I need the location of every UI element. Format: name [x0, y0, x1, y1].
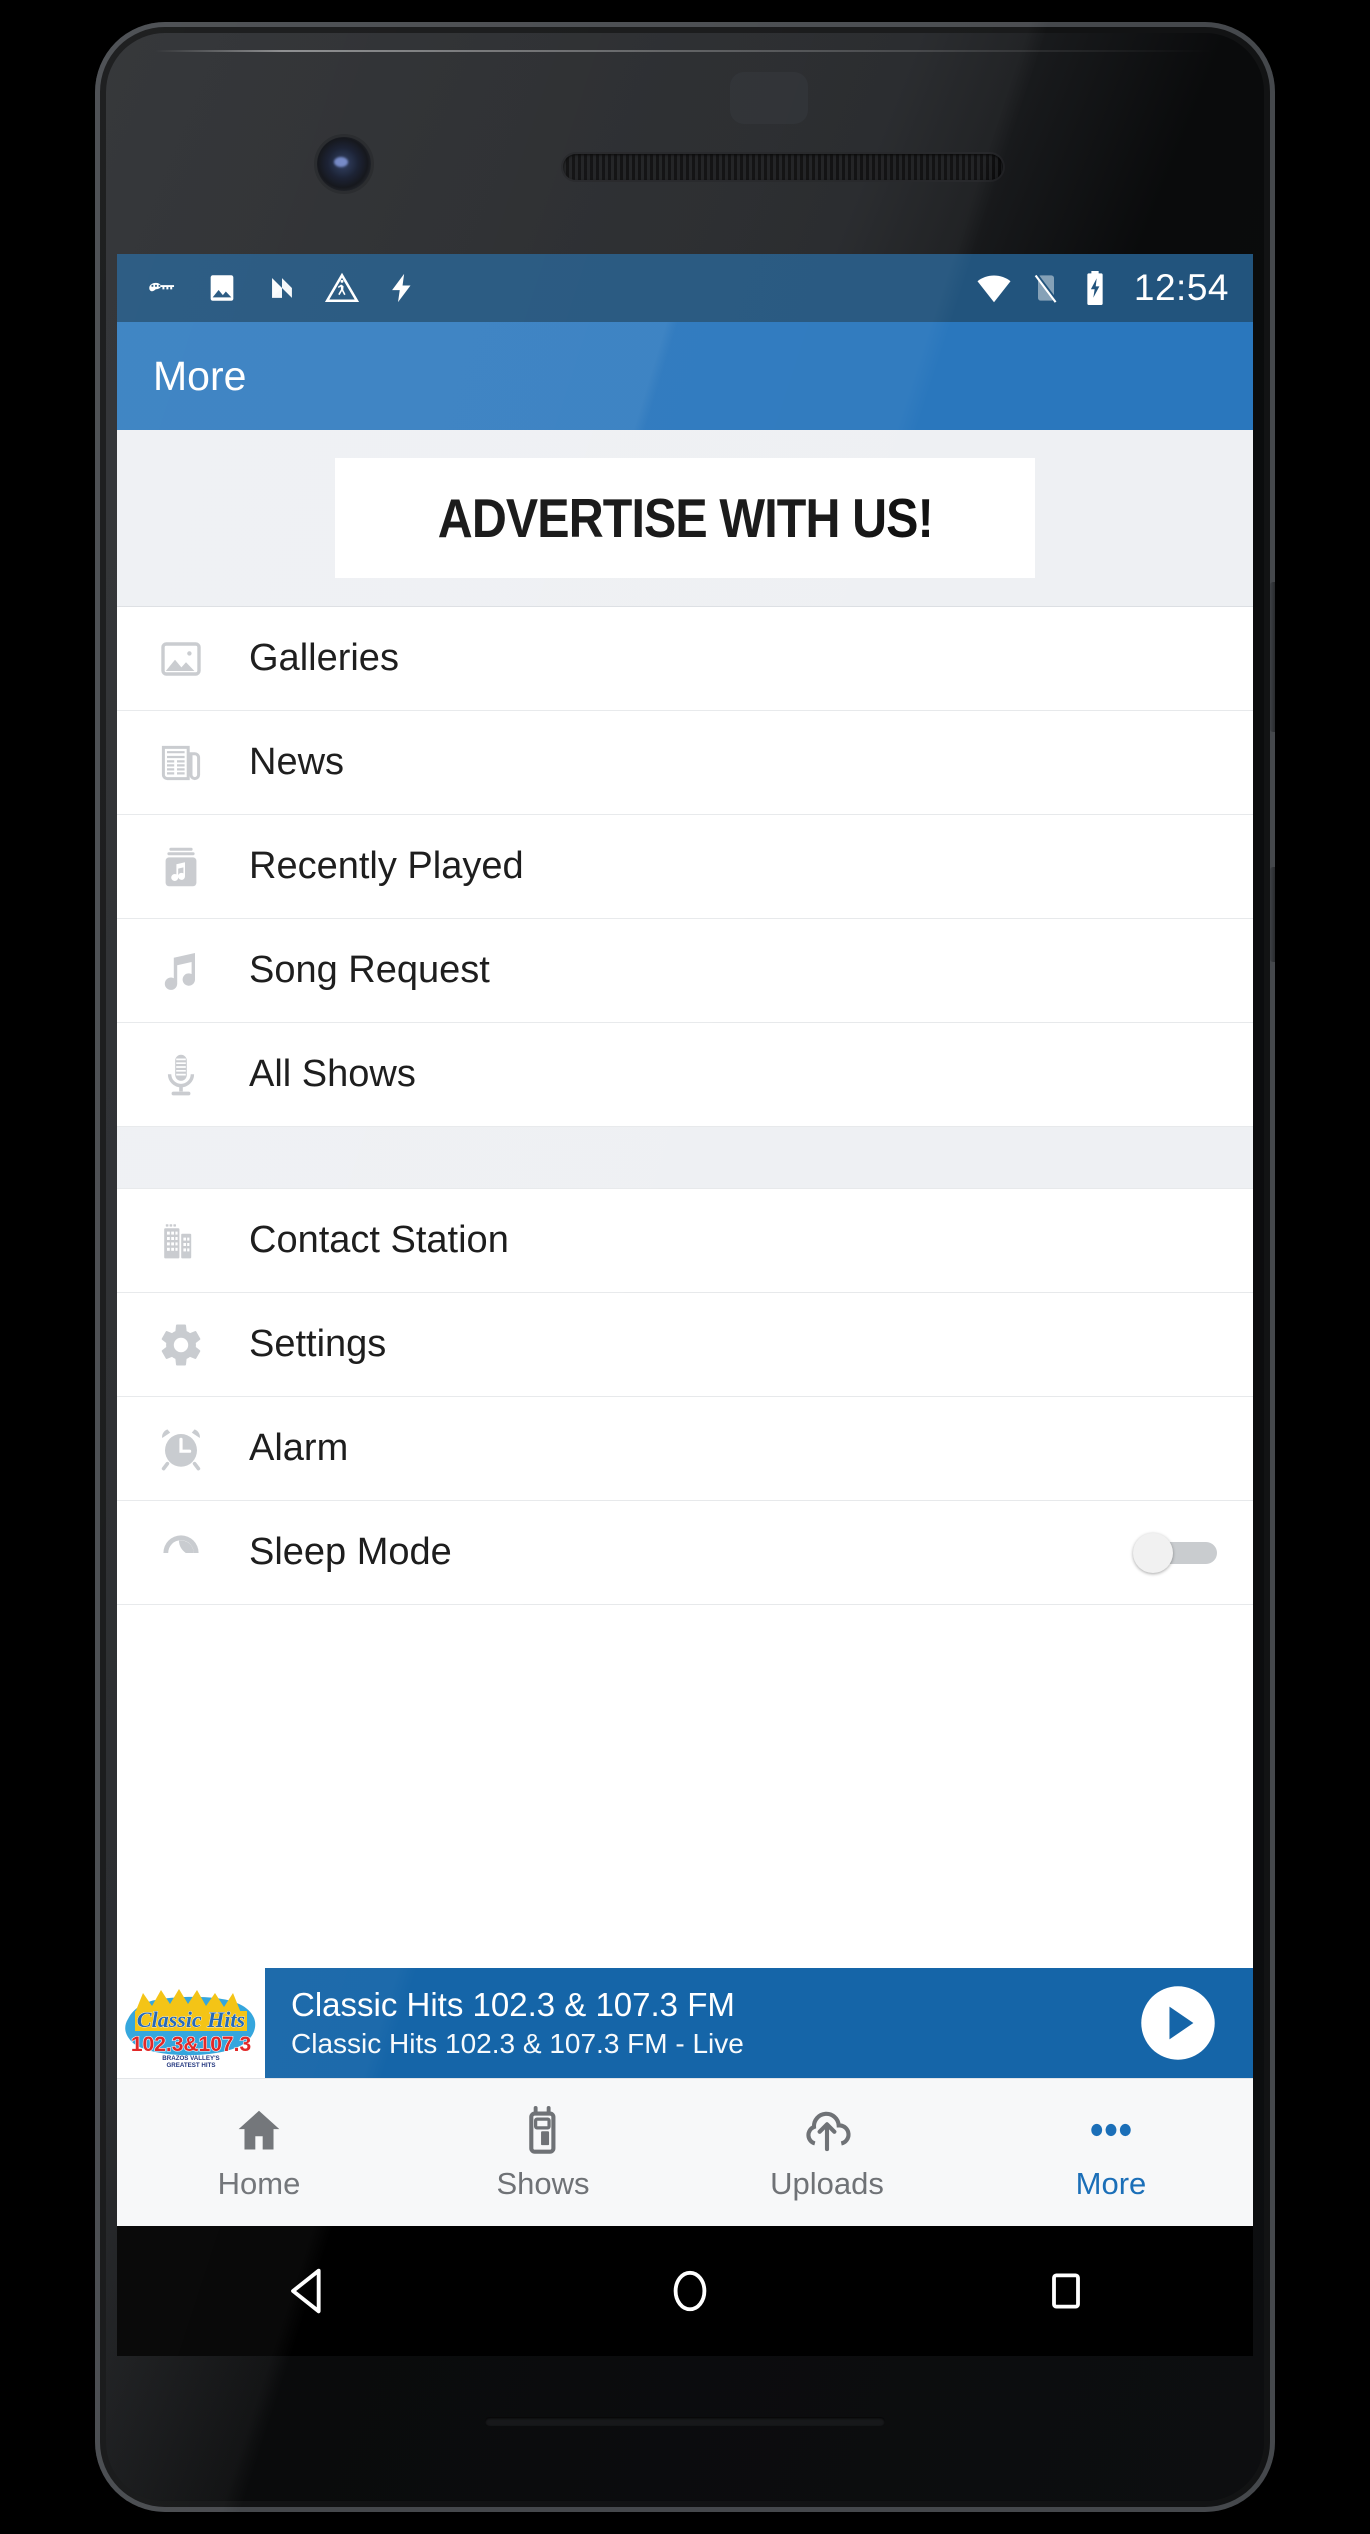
screenshot-image-icon — [210, 275, 234, 301]
nav-tab-label: Home — [217, 2165, 301, 2201]
svg-text:BRAZOS VALLEY'S: BRAZOS VALLEY'S — [162, 2055, 219, 2062]
menu-item-label: Recently Played — [249, 845, 524, 887]
android-navigation-bar — [117, 2226, 1253, 2356]
wifi-icon — [977, 275, 1011, 303]
advertise-banner-text: ADVERTISE WITH US! — [437, 487, 933, 549]
phone-device: 12:54 More ADVERTISE WITH US! Galleries … — [95, 22, 1275, 2512]
alarm-clock-icon — [153, 1425, 209, 1473]
nav-tab-label: Uploads — [770, 2165, 884, 2201]
status-bar-clock: 12:54 — [1133, 267, 1229, 308]
nav-tab-more[interactable]: More — [969, 2079, 1253, 2226]
station-logo: Classic Hits 102.3&107.3 BRAZOS VALLEY'S… — [117, 1968, 265, 2078]
menu-item-label: Song Request — [249, 949, 490, 991]
svg-text:GREATEST HITS: GREATEST HITS — [166, 2062, 215, 2069]
image-icon — [153, 635, 209, 683]
nav-tab-uploads[interactable]: Uploads — [685, 2079, 969, 2226]
status-bar-left-icons — [145, 271, 419, 305]
microphone-icon — [153, 1051, 209, 1099]
menu-item-sleep-mode[interactable]: Sleep Mode — [117, 1501, 1253, 1605]
menu-item-label: All Shows — [249, 1053, 416, 1095]
work-in-progress-icon — [325, 272, 359, 303]
player-metadata: Classic Hits 102.3 & 107.3 FM Classic Hi… — [265, 1968, 1103, 2078]
menu-item-label: Galleries — [249, 637, 399, 679]
toggle-knob — [1133, 1532, 1173, 1573]
sleep-mode-toggle[interactable] — [1125, 1532, 1217, 1573]
radio-icon — [529, 2105, 556, 2154]
more-dots-icon — [1091, 2123, 1131, 2136]
status-bar: 12:54 — [117, 254, 1253, 322]
menu-item-song-request[interactable]: Song Request — [117, 919, 1253, 1023]
menu-item-news[interactable]: News — [117, 711, 1253, 815]
back-triangle-icon[interactable] — [280, 2262, 338, 2320]
home-icon — [238, 2110, 280, 2149]
phone-screen: 12:54 More ADVERTISE WITH US! Galleries … — [117, 254, 1253, 2226]
power-button[interactable] — [1270, 867, 1275, 962]
cloud-upload-icon — [806, 2111, 851, 2151]
menu-item-label: Contact Station — [249, 1219, 509, 1261]
status-bar-right-icons: 12:54 — [976, 267, 1229, 309]
menu-item-label: Sleep Mode — [249, 1531, 452, 1573]
music-note-icon — [153, 947, 209, 995]
menu-item-settings[interactable]: Settings — [117, 1293, 1253, 1397]
classic-hits-logo-graphic: Classic Hits 102.3&107.3 BRAZOS VALLEY'S… — [125, 1989, 256, 2069]
earpiece-speaker — [563, 154, 1003, 180]
menu-item-label: News — [249, 741, 345, 783]
album-music-icon — [153, 843, 209, 891]
sleep-moon-icon — [153, 1529, 209, 1577]
mini-player-bar[interactable]: Classic Hits 102.3&107.3 BRAZOS VALLEY'S… — [117, 1968, 1253, 2078]
menu-item-contact-station[interactable]: Contact Station — [117, 1189, 1253, 1293]
newspaper-icon — [153, 739, 209, 787]
player-station-subtitle: Classic Hits 102.3 & 107.3 FM - Live — [291, 2028, 744, 2059]
advertise-with-us-banner[interactable]: ADVERTISE WITH US! — [335, 458, 1035, 578]
home-circle-icon[interactable] — [663, 2264, 717, 2318]
menu-item-alarm[interactable]: Alarm — [117, 1397, 1253, 1501]
menu-item-all-shows[interactable]: All Shows — [117, 1023, 1253, 1127]
building-icon — [153, 1217, 209, 1265]
front-camera — [317, 137, 371, 191]
volume-button[interactable] — [1270, 582, 1275, 732]
nav-tab-shows[interactable]: Shows — [401, 2079, 685, 2226]
bottom-speaker-grille — [485, 2417, 885, 2426]
svg-text:102.3&107.3: 102.3&107.3 — [131, 2033, 251, 2056]
flash-icon — [392, 273, 411, 303]
advertisement-zone[interactable]: ADVERTISE WITH US! — [117, 430, 1253, 607]
proximity-sensor — [730, 72, 808, 124]
svg-text:Classic Hits: Classic Hits — [137, 2007, 245, 2032]
app-bar: More — [117, 322, 1253, 430]
menu-item-galleries[interactable]: Galleries — [117, 607, 1253, 711]
nav-tab-label: Shows — [496, 2165, 590, 2201]
page-title: More — [153, 352, 247, 399]
player-station-title: Classic Hits 102.3 & 107.3 FM — [291, 1986, 735, 2023]
bottom-navigation: Home Shows Uploads More — [117, 2078, 1253, 2226]
more-menu-list: Galleries News Recently Played Song Requ… — [117, 607, 1253, 1605]
gear-icon — [153, 1321, 209, 1369]
vpn-key-icon — [149, 282, 175, 292]
menu-item-recently-played[interactable]: Recently Played — [117, 815, 1253, 919]
menu-item-label: Alarm — [249, 1427, 349, 1469]
play-icon — [1141, 1986, 1215, 2060]
recents-square-icon[interactable] — [1042, 2267, 1090, 2315]
bezel-highlight — [155, 50, 1215, 52]
sim-off-icon — [1034, 273, 1058, 303]
nav-tab-home[interactable]: Home — [117, 2079, 401, 2226]
battery-charging-icon — [1087, 271, 1103, 305]
play-button[interactable] — [1103, 1968, 1253, 2078]
android-nougat-icon — [272, 278, 292, 298]
menu-item-label: Settings — [249, 1323, 387, 1365]
nav-tab-label: More — [1075, 2165, 1147, 2201]
menu-group-spacer — [117, 1127, 1253, 1189]
